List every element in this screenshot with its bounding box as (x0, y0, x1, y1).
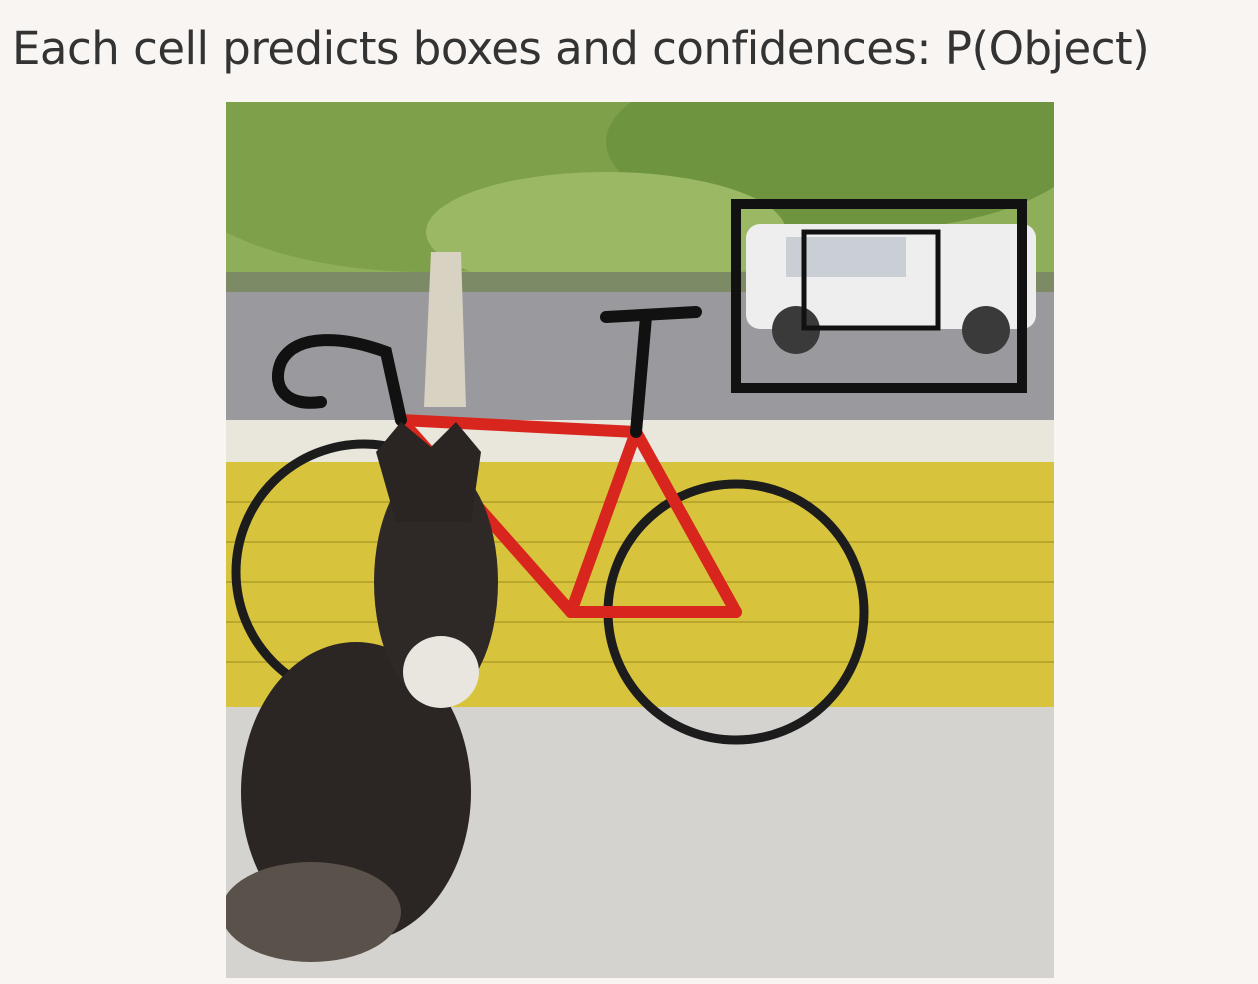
scene-illustration (226, 102, 1054, 978)
slide-title: Each cell predicts boxes and confidences… (12, 22, 1150, 75)
scene-photo (226, 102, 1054, 978)
tree-trunk (424, 252, 466, 407)
